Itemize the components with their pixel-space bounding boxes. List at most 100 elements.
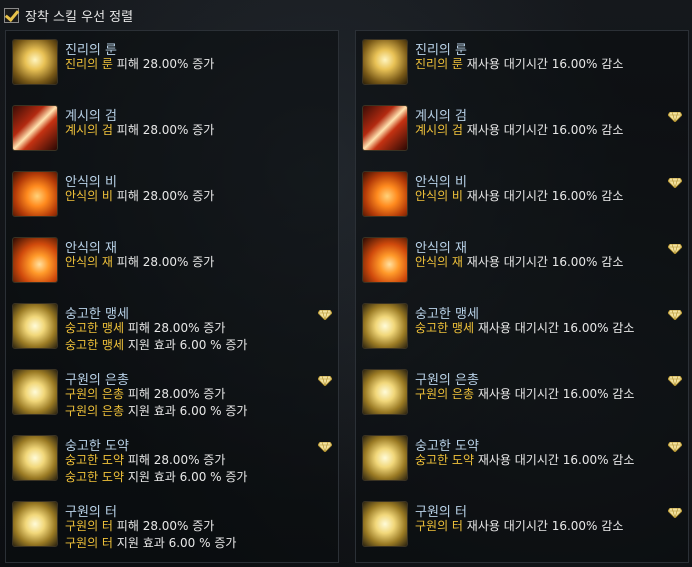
effect-text: 재사용 대기시간 16.00% 감소 <box>462 57 624 71</box>
effect-text: 재사용 대기시간 16.00% 감소 <box>462 519 624 533</box>
golden-rune-icon <box>12 39 58 85</box>
effect-line: 구원의 은총 재사용 대기시간 16.00% 감소 <box>415 385 634 402</box>
fire-rain-icon <box>12 171 58 217</box>
effect-line: 진리의 룬 피해 28.00% 증가 <box>65 55 214 72</box>
holy-ground-icon <box>12 501 58 547</box>
skill-row[interactable]: 안식의 비 안식의 비 재사용 대기시간 16.00% 감소 <box>356 163 688 229</box>
damage-gem-column: 진리의 룬 진리의 룬 피해 28.00% 증가 계시의 검 계시의 검 피해 28.… <box>5 30 339 563</box>
effect-line: 안식의 재 피해 28.00% 증가 <box>65 253 214 270</box>
skill-row[interactable]: 안식의 재 안식의 재 재사용 대기시간 16.00% 감소 <box>356 229 688 295</box>
sort-label: 장착 스킬 우선 정렬 <box>25 9 134 25</box>
effect-line: 숭고한 도약 재사용 대기시간 16.00% 감소 <box>415 451 634 468</box>
skill-row[interactable]: 구원의 은총 구원의 은총 피해 28.00% 증가 구원의 은총 지원 효과 6.… <box>6 361 338 427</box>
effect-line: 숭고한 도약 피해 28.00% 증가 <box>65 451 225 468</box>
effect-text: 지원 효과 6.00 % 증가 <box>124 470 248 484</box>
effect-text: 재사용 대기시간 16.00% 감소 <box>462 255 624 269</box>
effect-line: 구원의 터 지원 효과 6.00 % 증가 <box>65 534 236 551</box>
holy-ground-icon <box>362 501 408 547</box>
effect-skill-name: 계시의 검 <box>415 123 463 137</box>
effect-line: 구원의 은총 지원 효과 6.00 % 증가 <box>65 402 247 419</box>
sort-checkbox[interactable] <box>4 7 19 23</box>
effect-line: 숭고한 맹세 피해 28.00% 증가 <box>65 319 225 336</box>
diamond-gem-icon <box>667 305 683 321</box>
skill-row[interactable]: 숭고한 도약 숭고한 도약 피해 28.00% 증가 숭고한 도약 지원 효과 6.… <box>6 427 338 493</box>
effect-skill-name: 숭고한 맹세 <box>65 338 125 352</box>
effect-text: 피해 28.00% 증가 <box>112 189 215 203</box>
effect-skill-name: 안식의 비 <box>65 189 113 203</box>
effect-text: 재사용 대기시간 16.00% 감소 <box>462 189 624 203</box>
gem-effect-columns: 진리의 룬 진리의 룬 피해 28.00% 증가 계시의 검 계시의 검 피해 28.… <box>5 30 689 563</box>
holy-oath-icon <box>12 303 58 349</box>
effect-skill-name: 구원의 터 <box>65 519 113 533</box>
skill-row[interactable]: 계시의 검 계시의 검 피해 28.00% 증가 <box>6 97 338 163</box>
effect-skill-name: 안식의 재 <box>65 255 113 269</box>
effect-line: 숭고한 도약 지원 효과 6.00 % 증가 <box>65 468 247 485</box>
golden-rune-icon <box>362 39 408 85</box>
effect-line: 숭고한 맹세 재사용 대기시간 16.00% 감소 <box>415 319 634 336</box>
effect-text: 피해 28.00% 증가 <box>124 387 226 401</box>
fire-rain-icon <box>362 171 408 217</box>
crossed-swords-icon <box>12 105 58 151</box>
skill-row[interactable]: 숭고한 맹세 숭고한 맹세 재사용 대기시간 16.00% 감소 <box>356 295 688 361</box>
sort-toggle[interactable]: 장착 스킬 우선 정렬 <box>4 4 133 26</box>
cooldown-gem-column: 진리의 룬 진리의 룬 재사용 대기시간 16.00% 감소 계시의 검 계시의 검 … <box>355 30 689 563</box>
diamond-gem-icon <box>667 239 683 255</box>
skill-row[interactable]: 숭고한 도약 숭고한 도약 재사용 대기시간 16.00% 감소 <box>356 427 688 493</box>
diamond-gem-icon <box>667 437 683 453</box>
diamond-gem-icon <box>667 371 683 387</box>
effect-skill-name: 숭고한 맹세 <box>65 321 125 335</box>
skill-row[interactable]: 안식의 비 안식의 비 피해 28.00% 증가 <box>6 163 338 229</box>
effect-skill-name: 구원의 은총 <box>65 387 125 401</box>
skill-row[interactable]: 구원의 은총 구원의 은총 재사용 대기시간 16.00% 감소 <box>356 361 688 427</box>
effect-text: 재사용 대기시간 16.00% 감소 <box>474 453 635 467</box>
effect-text: 피해 28.00% 증가 <box>112 519 215 533</box>
effect-text: 피해 28.00% 증가 <box>112 255 215 269</box>
holy-grace-icon <box>12 369 58 415</box>
skill-row[interactable]: 구원의 터 구원의 터 재사용 대기시간 16.00% 감소 <box>356 493 688 559</box>
effect-skill-name: 진리의 룬 <box>415 57 463 71</box>
effect-text: 재사용 대기시간 16.00% 감소 <box>462 123 624 137</box>
effect-text: 재사용 대기시간 16.00% 감소 <box>474 387 635 401</box>
effect-skill-name: 구원의 은총 <box>415 387 475 401</box>
effect-skill-name: 구원의 터 <box>65 536 113 550</box>
skill-row[interactable]: 진리의 룬 진리의 룬 재사용 대기시간 16.00% 감소 <box>356 31 688 97</box>
skill-row[interactable]: 안식의 재 안식의 재 피해 28.00% 증가 <box>6 229 338 295</box>
effect-text: 지원 효과 6.00 % 증가 <box>124 404 248 418</box>
effect-skill-name: 구원의 터 <box>415 519 463 533</box>
skill-row[interactable]: 진리의 룬 진리의 룬 피해 28.00% 증가 <box>6 31 338 97</box>
effect-skill-name: 계시의 검 <box>65 123 113 137</box>
ember-burst-icon <box>362 237 408 283</box>
diamond-gem-icon <box>317 437 333 453</box>
effect-text: 지원 효과 6.00 % 증가 <box>112 536 237 550</box>
crossed-swords-icon <box>362 105 408 151</box>
holy-leap-icon <box>362 435 408 481</box>
effect-skill-name: 구원의 은총 <box>65 404 125 418</box>
effect-line: 안식의 비 피해 28.00% 증가 <box>65 187 214 204</box>
diamond-gem-icon <box>317 371 333 387</box>
skill-row[interactable]: 구원의 터 구원의 터 피해 28.00% 증가 구원의 터 지원 효과 6.00 … <box>6 493 338 559</box>
effect-line: 안식의 재 재사용 대기시간 16.00% 감소 <box>415 253 623 270</box>
holy-grace-icon <box>362 369 408 415</box>
effect-line: 안식의 비 재사용 대기시간 16.00% 감소 <box>415 187 623 204</box>
diamond-gem-icon <box>667 107 683 123</box>
effect-line: 진리의 룬 재사용 대기시간 16.00% 감소 <box>415 55 623 72</box>
effect-line: 구원의 은총 피해 28.00% 증가 <box>65 385 225 402</box>
skill-row[interactable]: 계시의 검 계시의 검 재사용 대기시간 16.00% 감소 <box>356 97 688 163</box>
ember-burst-icon <box>12 237 58 283</box>
effect-line: 숭고한 맹세 지원 효과 6.00 % 증가 <box>65 336 247 353</box>
diamond-gem-icon <box>667 503 683 519</box>
diamond-gem-icon <box>317 305 333 321</box>
effect-skill-name: 숭고한 맹세 <box>415 321 475 335</box>
effect-skill-name: 숭고한 도약 <box>65 470 125 484</box>
effect-line: 계시의 검 피해 28.00% 증가 <box>65 121 214 138</box>
effect-text: 피해 28.00% 증가 <box>112 123 215 137</box>
skill-row[interactable]: 숭고한 맹세 숭고한 맹세 피해 28.00% 증가 숭고한 맹세 지원 효과 6.… <box>6 295 338 361</box>
holy-oath-icon <box>362 303 408 349</box>
effect-text: 피해 28.00% 증가 <box>112 57 215 71</box>
holy-leap-icon <box>12 435 58 481</box>
effect-text: 피해 28.00% 증가 <box>124 453 226 467</box>
effect-skill-name: 진리의 룬 <box>65 57 113 71</box>
diamond-gem-icon <box>667 173 683 189</box>
effect-skill-name: 안식의 재 <box>415 255 463 269</box>
effect-line: 구원의 터 피해 28.00% 증가 <box>65 517 214 534</box>
